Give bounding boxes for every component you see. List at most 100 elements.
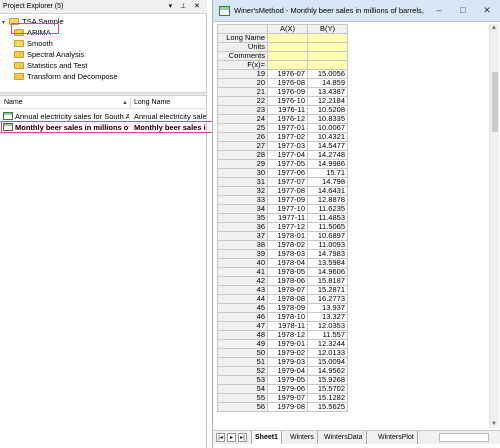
- cell-x[interactable]: 1978-12: [267, 330, 308, 340]
- cell-x[interactable]: 1977-04: [267, 150, 308, 160]
- cell-x[interactable]: 1977-09: [267, 195, 308, 205]
- meta-label[interactable]: Units: [217, 42, 268, 52]
- meta-cell[interactable]: [307, 60, 348, 70]
- cell-y[interactable]: 15.0094: [307, 357, 348, 367]
- cell-x[interactable]: 1978-08: [267, 294, 308, 304]
- scrollbar-thumb[interactable]: [492, 72, 498, 132]
- row-number[interactable]: 41: [217, 267, 268, 277]
- cell-x[interactable]: 1977-12: [267, 222, 308, 232]
- row-number[interactable]: 45: [217, 303, 268, 313]
- cell-y[interactable]: 14.798: [307, 177, 348, 187]
- cell-x[interactable]: 1976-10: [267, 96, 308, 106]
- meta-cell[interactable]: [307, 33, 348, 43]
- cell-x[interactable]: 1976-07: [267, 69, 308, 79]
- cell-x[interactable]: 1978-10: [267, 312, 308, 322]
- column-header-b[interactable]: B(Y): [307, 24, 348, 34]
- row-number[interactable]: 38: [217, 240, 268, 250]
- cell-x[interactable]: 1978-11: [267, 321, 308, 331]
- cell-x[interactable]: 1976-12: [267, 114, 308, 124]
- row-number[interactable]: 44: [217, 294, 268, 304]
- row-number[interactable]: 43: [217, 285, 268, 295]
- row-number[interactable]: 32: [217, 186, 268, 196]
- cell-x[interactable]: 1977-11: [267, 213, 308, 223]
- row-number[interactable]: 31: [217, 177, 268, 187]
- column-header-a[interactable]: A(X): [267, 24, 308, 34]
- cell-x[interactable]: 1977-02: [267, 132, 308, 142]
- cell-x[interactable]: 1977-07: [267, 177, 308, 187]
- cell-y[interactable]: 12.2184: [307, 96, 348, 106]
- meta-cell[interactable]: [307, 51, 348, 61]
- tree-item-smooth[interactable]: Smooth: [14, 38, 53, 49]
- first-sheet-icon[interactable]: |◂: [216, 433, 225, 442]
- row-number[interactable]: 20: [217, 78, 268, 88]
- panel-control-icons[interactable]: ▾ ⊥ ✕: [169, 2, 203, 10]
- cell-y[interactable]: 13.4387: [307, 87, 348, 97]
- workbook-titlebar[interactable]: Winer'sMethod - Monthly beer sales in mi…: [213, 0, 500, 22]
- cell-x[interactable]: 1977-06: [267, 168, 308, 178]
- cell-x[interactable]: 1978-07: [267, 285, 308, 295]
- cell-y[interactable]: 11.6235: [307, 204, 348, 214]
- vertical-scrollbar[interactable]: ▲ ▼: [489, 24, 499, 428]
- meta-cell[interactable]: [267, 60, 308, 70]
- row-number[interactable]: 46: [217, 312, 268, 322]
- meta-cell[interactable]: [267, 42, 308, 52]
- row-number[interactable]: 36: [217, 222, 268, 232]
- row-number[interactable]: 49: [217, 339, 268, 349]
- row-number[interactable]: 42: [217, 276, 268, 286]
- cell-x[interactable]: 1978-04: [267, 258, 308, 268]
- select-all-corner[interactable]: [217, 24, 268, 34]
- row-number[interactable]: 19: [217, 69, 268, 79]
- cell-y[interactable]: 13.327: [307, 312, 348, 322]
- tree-item-transform-and-decompose[interactable]: Transform and Decompose: [14, 71, 118, 82]
- restore-button[interactable]: □: [455, 4, 471, 17]
- tab-wintersplot[interactable]: WintersPlot: [375, 431, 418, 444]
- cell-x[interactable]: 1977-08: [267, 186, 308, 196]
- cell-y[interactable]: 11.5065: [307, 222, 348, 232]
- cell-y[interactable]: 13.5984: [307, 258, 348, 268]
- row-number[interactable]: 51: [217, 357, 268, 367]
- horizontal-scrollbar[interactable]: [439, 433, 489, 442]
- cell-y[interactable]: 15.0056: [307, 69, 348, 79]
- cell-x[interactable]: 1978-09: [267, 303, 308, 313]
- cell-y[interactable]: 11.557: [307, 330, 348, 340]
- cell-y[interactable]: 15.71: [307, 168, 348, 178]
- row-number[interactable]: 47: [217, 321, 268, 331]
- row-number[interactable]: 54: [217, 384, 268, 394]
- cell-x[interactable]: 1977-05: [267, 159, 308, 169]
- row-number[interactable]: 55: [217, 393, 268, 403]
- row-number[interactable]: 26: [217, 132, 268, 142]
- tree-item-spectral-analysis[interactable]: Spectral Analysis: [14, 49, 84, 60]
- cell-y[interactable]: 11.4853: [307, 213, 348, 223]
- cell-y[interactable]: 10.5208: [307, 105, 348, 115]
- row-number[interactable]: 22: [217, 96, 268, 106]
- cell-x[interactable]: 1979-02: [267, 348, 308, 358]
- close-button[interactable]: ✕: [479, 4, 495, 17]
- cell-x[interactable]: 1979-03: [267, 357, 308, 367]
- cell-x[interactable]: 1979-01: [267, 339, 308, 349]
- worksheet-grid[interactable]: A(X) B(Y) Long Name Units Comments F(x)=…: [217, 24, 487, 430]
- cell-y[interactable]: 10.4321: [307, 132, 348, 142]
- meta-label[interactable]: Long Name: [217, 33, 268, 43]
- meta-label[interactable]: Comments: [217, 51, 268, 61]
- row-number[interactable]: 29: [217, 159, 268, 169]
- row-number[interactable]: 40: [217, 258, 268, 268]
- minimize-button[interactable]: –: [431, 4, 447, 17]
- row-number[interactable]: 23: [217, 105, 268, 115]
- cell-y[interactable]: 12.0133: [307, 348, 348, 358]
- cell-x[interactable]: 1979-06: [267, 384, 308, 394]
- row-number[interactable]: 52: [217, 366, 268, 376]
- tab-sheet1[interactable]: Sheet1: [251, 431, 282, 444]
- collapse-icon[interactable]: ▾: [2, 18, 8, 29]
- cell-x[interactable]: 1977-03: [267, 141, 308, 151]
- meta-cell[interactable]: [267, 51, 308, 61]
- row-number[interactable]: 21: [217, 87, 268, 97]
- last-sheet-icon[interactable]: ▸|: [238, 433, 247, 442]
- row-number[interactable]: 25: [217, 123, 268, 133]
- tab-wintersdata[interactable]: WintersData: [321, 431, 367, 444]
- row-number[interactable]: 24: [217, 114, 268, 124]
- cell-y[interactable]: 14.7983: [307, 249, 348, 259]
- cell-x[interactable]: 1979-08: [267, 402, 308, 412]
- cell-y[interactable]: 14.9562: [307, 366, 348, 376]
- cell-y[interactable]: 10.0067: [307, 123, 348, 133]
- meta-cell[interactable]: [307, 42, 348, 52]
